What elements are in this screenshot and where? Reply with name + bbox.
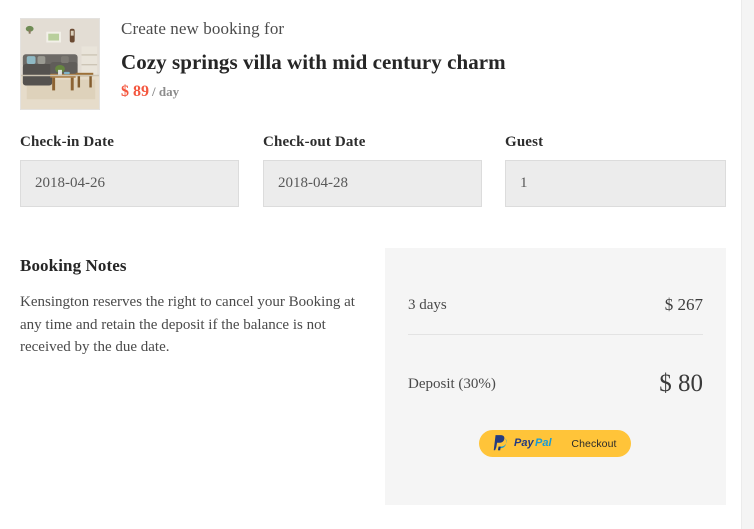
scrollbar-edge xyxy=(741,0,742,529)
svg-text:Pal: Pal xyxy=(535,437,552,449)
field-guest: Guest xyxy=(505,133,726,207)
days-total-value: $ 267 xyxy=(664,295,703,314)
summary-row-days: 3 days $ 267 xyxy=(408,293,703,317)
field-check-out-date: Check-out Date xyxy=(263,133,482,207)
paypal-checkout-button[interactable]: Pay Pal Checkout xyxy=(479,430,631,457)
create-booking-kicker: Create new booking for xyxy=(121,19,285,38)
booking-summary-panel: 3 days $ 267 Deposit (30%) $ 80 Pay Pal xyxy=(385,248,726,505)
booking-notes-section: Booking Notes Kensington reserves the ri… xyxy=(20,255,356,359)
booking-notes-body: Kensington reserves the right to cancel … xyxy=(20,294,355,355)
paypal-wordmark: Pay Pal xyxy=(514,435,566,453)
summary-divider xyxy=(408,334,703,335)
listing-thumbnail xyxy=(20,18,100,110)
check-in-date-label: Check-in Date xyxy=(20,134,115,150)
days-label: 3 days xyxy=(408,297,447,313)
field-check-in-date: Check-in Date xyxy=(20,133,239,207)
booking-page: Create new booking for Cozy springs vill… xyxy=(0,0,741,529)
booking-header: Create new booking for Cozy springs vill… xyxy=(20,18,726,110)
check-out-date-input[interactable] xyxy=(263,160,482,207)
price-amount: $ 89 xyxy=(121,83,149,100)
summary-row-deposit: Deposit (30%) $ 80 xyxy=(408,368,703,400)
page-scrollbar[interactable] xyxy=(741,0,754,529)
guest-input[interactable] xyxy=(505,160,726,207)
paypal-logo-icon xyxy=(493,434,509,454)
paypal-checkout-label: Checkout xyxy=(571,437,617,450)
booking-notes-heading: Booking Notes xyxy=(20,256,127,275)
check-out-date-label: Check-out Date xyxy=(263,134,366,150)
listing-title: Cozy springs villa with mid century char… xyxy=(121,50,506,74)
deposit-label: Deposit (30%) xyxy=(408,376,496,392)
header-text-block: Create new booking for Cozy springs vill… xyxy=(121,18,721,102)
price-unit: / day xyxy=(152,84,180,99)
svg-text:Pay: Pay xyxy=(514,437,534,449)
booking-form-fields: Check-in Date Check-out Date Guest xyxy=(20,133,726,211)
check-in-date-input[interactable] xyxy=(20,160,239,207)
guest-label: Guest xyxy=(505,134,544,150)
price-line: $ 89/ day xyxy=(121,82,721,102)
deposit-value: $ 80 xyxy=(659,370,703,397)
